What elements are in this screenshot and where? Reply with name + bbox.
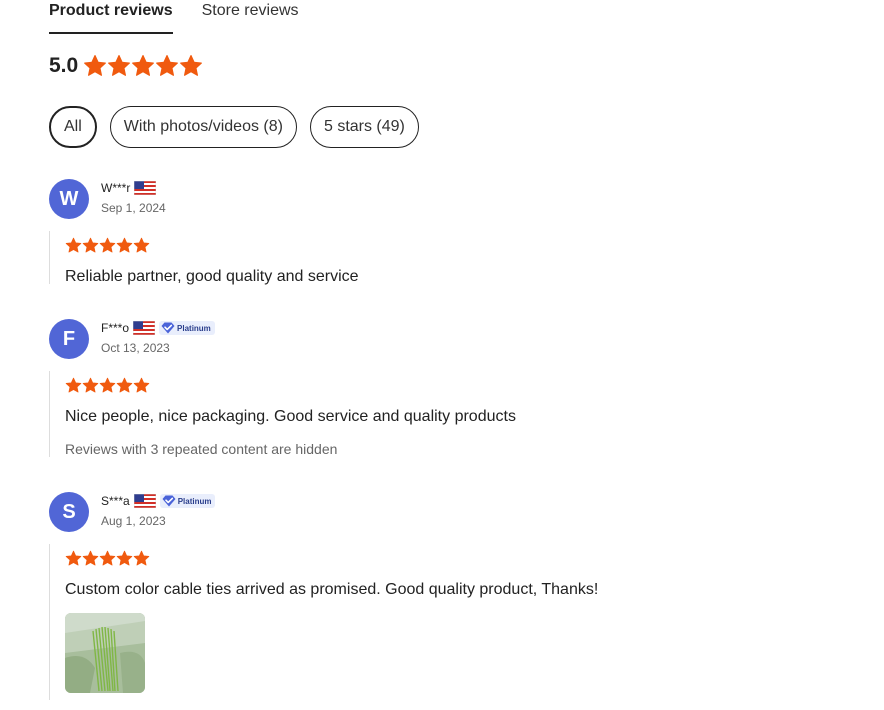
- reviewer-name: F***o: [101, 321, 130, 335]
- star-icon: [155, 54, 179, 78]
- tab-store-reviews[interactable]: Store reviews: [202, 0, 299, 34]
- review-stars: [65, 235, 749, 255]
- star-icon: [83, 54, 107, 78]
- star-icon: [82, 377, 99, 394]
- review-stars: [65, 375, 749, 395]
- us-flag-icon: [134, 494, 156, 508]
- us-flag-icon: [134, 181, 156, 195]
- review-text: Reliable partner, good quality and servi…: [65, 268, 359, 285]
- star-icon: [99, 237, 116, 254]
- star-icon: [116, 237, 133, 254]
- review-photo-thumbnail[interactable]: [65, 613, 145, 693]
- star-icon: [133, 237, 150, 254]
- review-item: W W***r Sep 1, 2024 Reliable partner, go…: [49, 179, 749, 285]
- review-stars: [65, 548, 749, 568]
- review-text: Nice people, nice packaging. Good servic…: [65, 408, 516, 425]
- review-text: Custom color cable ties arrived as promi…: [65, 581, 599, 598]
- diamond-check-icon: [161, 322, 175, 334]
- hidden-reviews-note: Reviews with 3 repeated content are hidd…: [65, 441, 338, 457]
- filter-all[interactable]: All: [49, 106, 97, 148]
- star-icon: [99, 377, 116, 394]
- reviewer-name: S***a: [101, 494, 130, 508]
- avatar: W: [49, 179, 89, 219]
- star-icon: [65, 550, 82, 567]
- reviewer-name: W***r: [101, 181, 131, 195]
- review-body: Custom color cable ties arrived as promi…: [49, 544, 749, 700]
- cable-ties-photo: [65, 613, 145, 693]
- reviewer-meta: W***r Sep 1, 2024: [101, 179, 166, 215]
- review-filters: All With photos/videos (8) 5 stars (49): [49, 106, 432, 148]
- reviewer-meta: S***a Platinum Aug 1, 2023: [101, 492, 216, 528]
- star-icon: [116, 550, 133, 567]
- star-icon: [65, 237, 82, 254]
- review-date: Aug 1, 2023: [101, 514, 166, 528]
- review-date: Oct 13, 2023: [101, 341, 170, 355]
- review-tabs: Product reviews Store reviews: [49, 0, 328, 34]
- star-icon: [99, 550, 116, 567]
- tab-product-reviews[interactable]: Product reviews: [49, 0, 173, 34]
- review-header: F F***o Platinum Oct 13, 2023: [49, 319, 749, 359]
- star-icon: [82, 237, 99, 254]
- platinum-badge: Platinum: [159, 494, 216, 508]
- star-icon: [131, 54, 155, 78]
- filter-with-photos[interactable]: With photos/videos (8): [109, 106, 297, 148]
- review-date: Sep 1, 2024: [101, 201, 166, 215]
- rating-value: 5.0: [49, 54, 79, 77]
- filter-5-stars[interactable]: 5 stars (49): [309, 106, 419, 148]
- star-icon: [107, 54, 131, 78]
- avatar: S: [49, 492, 89, 532]
- review-header: W W***r Sep 1, 2024: [49, 179, 749, 219]
- star-icon: [179, 54, 203, 78]
- review-item: F F***o Platinum Oct 13, 2023 Nice peopl…: [49, 319, 749, 457]
- star-icon: [116, 377, 133, 394]
- review-body: Nice people, nice packaging. Good servic…: [49, 371, 749, 457]
- diamond-check-icon: [162, 495, 176, 507]
- us-flag-icon: [133, 321, 155, 335]
- platinum-badge: Platinum: [159, 321, 215, 335]
- star-icon: [133, 377, 150, 394]
- reviewer-meta: F***o Platinum Oct 13, 2023: [101, 319, 215, 355]
- avatar: F: [49, 319, 89, 359]
- badge-label: Platinum: [177, 496, 212, 506]
- overall-rating: 5.0: [49, 54, 203, 78]
- review-body: Reliable partner, good quality and servi…: [49, 231, 749, 285]
- badge-label: Platinum: [177, 323, 211, 333]
- review-item: S S***a Platinum Aug 1, 2023 Custom colo…: [49, 492, 749, 700]
- star-icon: [82, 550, 99, 567]
- rating-stars: [83, 54, 203, 78]
- review-header: S S***a Platinum Aug 1, 2023: [49, 492, 749, 532]
- star-icon: [133, 550, 150, 567]
- star-icon: [65, 377, 82, 394]
